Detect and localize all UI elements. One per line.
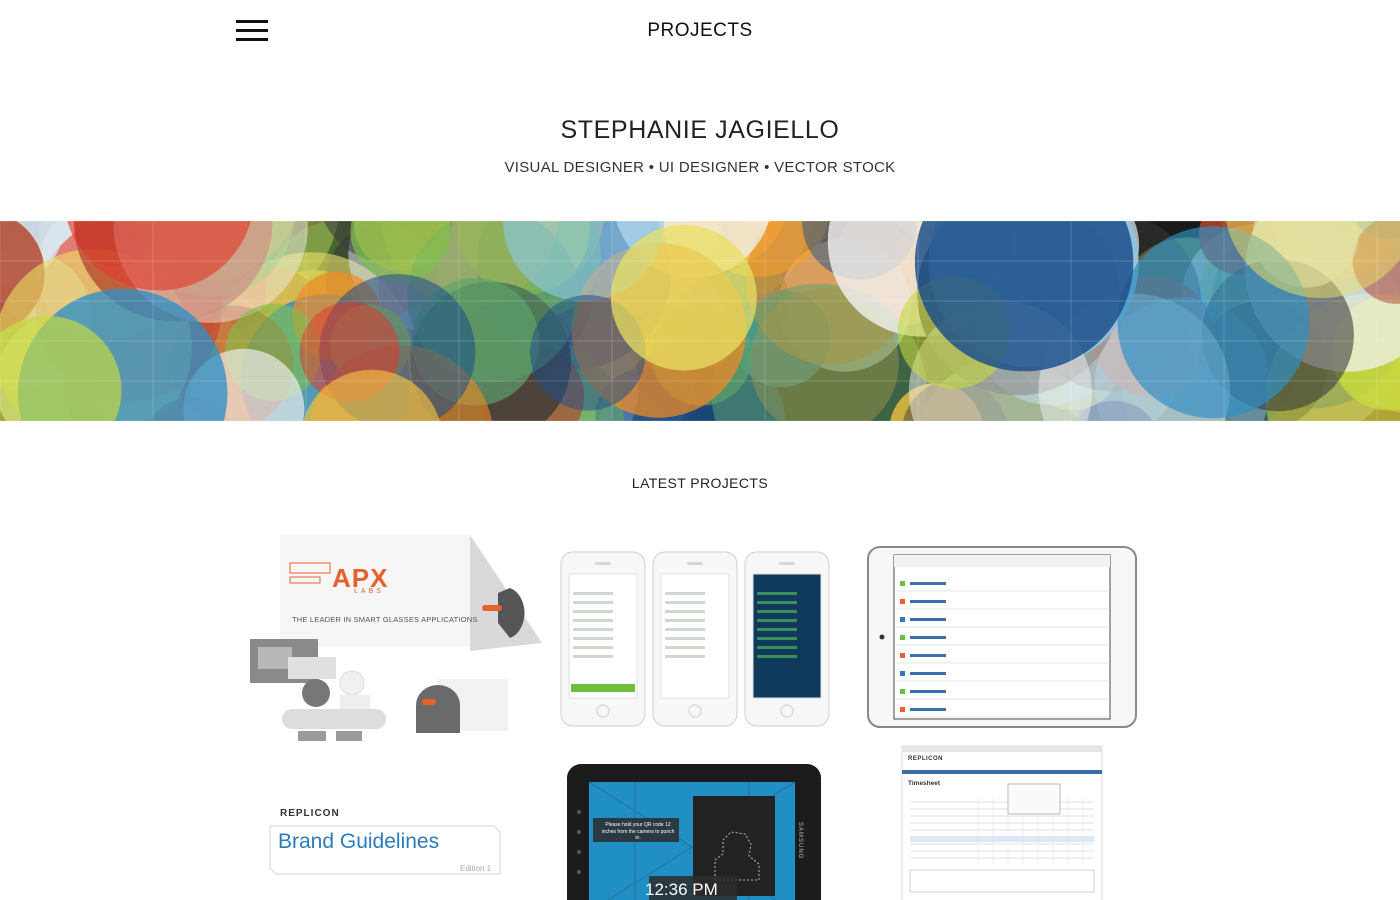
project-ipad-app[interactable]	[866, 545, 1138, 730]
brand-edition-label: Edition 1	[460, 864, 492, 873]
designer-name: STEPHANIE JAGIELLO	[560, 116, 840, 144]
apx-labs-label: LABS	[354, 588, 384, 595]
project-tablet-kiosk[interactable]: Please hold your QR code 12 inches from …	[565, 762, 823, 900]
apx-tagline: THE LEADER IN SMART GLASSES APPLICATIONS	[292, 615, 478, 624]
hero-banner-image	[0, 221, 1400, 421]
project-brand-guidelines[interactable]: REPLICON Brand Guidelines Edition 1	[268, 800, 504, 900]
replicon-logo: REPLICON	[280, 808, 340, 819]
tablet-time: 12:36 PM	[645, 880, 718, 899]
brand-guidelines-title: Brand Guidelines	[278, 830, 440, 853]
nav-title[interactable]: PROJECTS	[0, 20, 1400, 42]
timesheet-title: Timesheet	[908, 780, 941, 787]
section-title: LATEST PROJECTS	[631, 475, 769, 491]
designer-tagline: VISUAL DESIGNER • UI DESIGNER • VECTOR S…	[504, 159, 896, 176]
tablet-message: Please hold your QR code 12 inches from …	[601, 822, 675, 841]
project-apx-labs[interactable]: APX LABS THE LEADER IN SMART GLASSES APP…	[248, 533, 542, 743]
tablet-brand-label: SAMSUNG	[797, 822, 803, 860]
timesheet-logo: REPLICON	[908, 756, 944, 762]
top-bar: PROJECTS	[0, 0, 1400, 64]
project-timesheet[interactable]: REPLICON Timesheet	[898, 742, 1106, 900]
project-mobile-app[interactable]	[559, 548, 831, 730]
